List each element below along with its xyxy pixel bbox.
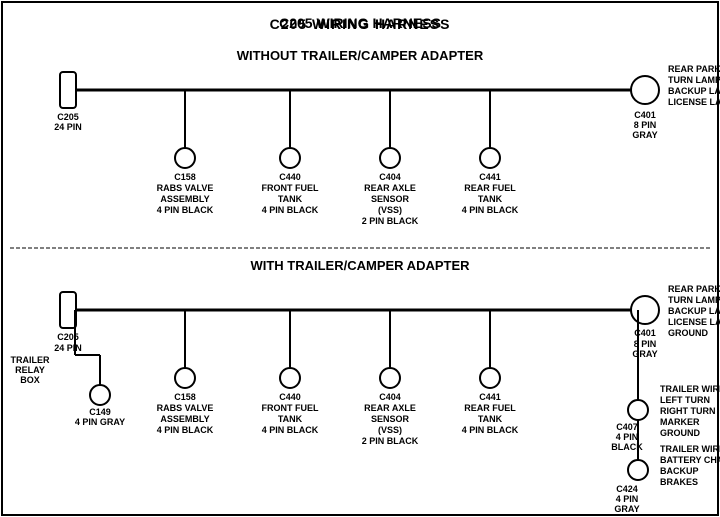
svg-text:WITHOUT TRAILER/CAMPER ADAPT: WITHOUT TRAILER/CAMPER ADAPTER — [237, 48, 484, 63]
svg-text:WITH TRAILER/CAMPER ADAPTER: WITH TRAILER/CAMPER ADAPTER — [250, 258, 470, 273]
svg-text:GRAY: GRAY — [614, 504, 639, 514]
svg-text:4 PIN GRAY: 4 PIN GRAY — [75, 417, 125, 427]
svg-text:LEFT TURN: LEFT TURN — [660, 395, 710, 405]
svg-text:MARKER: MARKER — [660, 417, 700, 427]
svg-text:BRAKES: BRAKES — [660, 477, 698, 487]
svg-text:ASSEMBLY: ASSEMBLY — [160, 194, 209, 204]
svg-text:TANK: TANK — [278, 194, 303, 204]
svg-text:RIGHT TURN: RIGHT TURN — [660, 406, 716, 416]
svg-text:ASSEMBLY: ASSEMBLY — [160, 414, 209, 424]
svg-text:24 PIN: 24 PIN — [54, 122, 82, 132]
svg-text:LICENSE LAMPS: LICENSE LAMPS — [668, 317, 720, 327]
svg-text:4 PIN BLACK: 4 PIN BLACK — [157, 425, 214, 435]
svg-text:C404: C404 — [379, 172, 401, 182]
svg-text:C440: C440 — [279, 392, 301, 402]
svg-text:C158: C158 — [174, 392, 196, 402]
svg-text:GROUND: GROUND — [668, 328, 708, 338]
svg-text:RABS VALVE: RABS VALVE — [157, 403, 214, 413]
svg-text:REAR AXLE: REAR AXLE — [364, 403, 416, 413]
svg-text:C424: C424 — [616, 484, 638, 494]
svg-text:GRAY: GRAY — [632, 349, 657, 359]
svg-text:BACKUP: BACKUP — [660, 466, 699, 476]
svg-text:TANK: TANK — [478, 194, 503, 204]
svg-text:C149: C149 — [89, 407, 111, 417]
svg-text:2 PIN BLACK: 2 PIN BLACK — [362, 216, 419, 226]
svg-text:4 PIN BLACK: 4 PIN BLACK — [462, 425, 519, 435]
svg-text:C401: C401 — [634, 110, 656, 120]
svg-text:TURN LAMPS: TURN LAMPS — [668, 75, 720, 85]
svg-text:4 PIN BLACK: 4 PIN BLACK — [262, 205, 319, 215]
wiring-diagram: C205 WIRING HARNESS WITHOUT TRAILER/CAMP… — [0, 0, 720, 517]
svg-text:4 PIN BLACK: 4 PIN BLACK — [462, 205, 519, 215]
svg-text:C404: C404 — [379, 392, 401, 402]
svg-text:(VSS): (VSS) — [378, 425, 402, 435]
svg-text:4 PIN BLACK: 4 PIN BLACK — [157, 205, 214, 215]
svg-text:REAR AXLE: REAR AXLE — [364, 183, 416, 193]
svg-text:24 PIN: 24 PIN — [54, 343, 82, 353]
svg-text:GROUND: GROUND — [660, 428, 700, 438]
svg-text:BACKUP LAMPS: BACKUP LAMPS — [668, 306, 720, 316]
svg-text:4 PIN: 4 PIN — [616, 494, 639, 504]
svg-text:C158: C158 — [174, 172, 196, 182]
svg-text:C440: C440 — [279, 172, 301, 182]
svg-text:RABS VALVE: RABS VALVE — [157, 183, 214, 193]
svg-text:C441: C441 — [479, 392, 501, 402]
svg-text:RELAY: RELAY — [15, 365, 45, 375]
svg-text:SENSOR: SENSOR — [371, 194, 410, 204]
svg-text:TRAILER WIRES: TRAILER WIRES — [660, 444, 720, 454]
svg-text:4 PIN: 4 PIN — [616, 432, 639, 442]
svg-text:2 PIN BLACK: 2 PIN BLACK — [362, 436, 419, 446]
svg-text:C205 WIRING HARNESS: C205 WIRING HARNESS — [279, 15, 441, 31]
svg-text:BACKUP LAMPS: BACKUP LAMPS — [668, 86, 720, 96]
svg-text:REAR FUEL: REAR FUEL — [464, 183, 516, 193]
svg-text:FRONT FUEL: FRONT FUEL — [262, 403, 319, 413]
svg-text:SENSOR: SENSOR — [371, 414, 410, 424]
svg-text:REAR PARK/STOP: REAR PARK/STOP — [668, 64, 720, 74]
svg-text:(VSS): (VSS) — [378, 205, 402, 215]
svg-text:TRAILER WIRES: TRAILER WIRES — [660, 384, 720, 394]
svg-text:LICENSE LAMPS: LICENSE LAMPS — [668, 97, 720, 107]
svg-text:REAR FUEL: REAR FUEL — [464, 403, 516, 413]
svg-text:BOX: BOX — [20, 375, 40, 385]
svg-text:C441: C441 — [479, 172, 501, 182]
svg-text:C205: C205 — [57, 112, 79, 122]
svg-text:GRAY: GRAY — [632, 130, 657, 140]
svg-text:TURN LAMPS: TURN LAMPS — [668, 295, 720, 305]
svg-text:BATTERY CHARGE: BATTERY CHARGE — [660, 455, 720, 465]
svg-text:REAR PARK/STOP: REAR PARK/STOP — [668, 284, 720, 294]
svg-text:FRONT FUEL: FRONT FUEL — [262, 183, 319, 193]
svg-text:TRAILER: TRAILER — [11, 355, 50, 365]
svg-text:TANK: TANK — [478, 414, 503, 424]
svg-text:4 PIN BLACK: 4 PIN BLACK — [262, 425, 319, 435]
svg-text:8 PIN: 8 PIN — [634, 120, 657, 130]
svg-text:TANK: TANK — [278, 414, 303, 424]
svg-text:C407: C407 — [616, 422, 638, 432]
